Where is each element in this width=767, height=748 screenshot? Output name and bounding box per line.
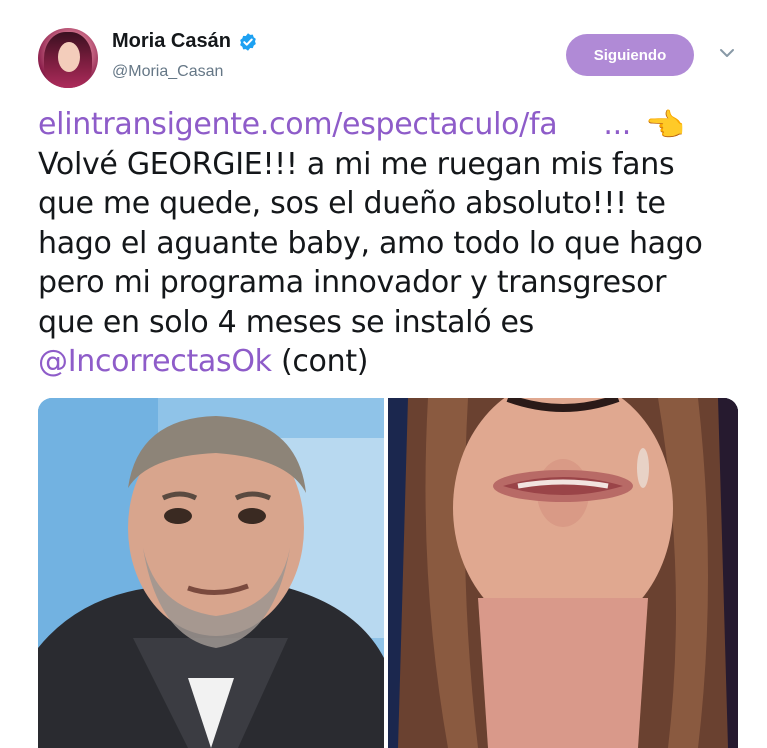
photo-man[interactable] bbox=[38, 398, 384, 748]
tweet-card: Moria Casán @Moria_Casan Siguiendo elint… bbox=[0, 0, 767, 748]
tweet-last-line: @IncorrectasOk (cont) bbox=[38, 342, 738, 382]
tweet-line: que en solo 4 meses se instaló es bbox=[38, 304, 534, 340]
user-handle[interactable]: @Moria_Casan bbox=[112, 63, 223, 81]
following-button[interactable]: Siguiendo bbox=[566, 34, 694, 76]
tweet-line: hago el aguante baby, amo todo lo que ha… bbox=[38, 225, 703, 261]
pointing-left-emoji: 👈 bbox=[645, 105, 685, 144]
tweet-suffix: (cont) bbox=[271, 344, 369, 379]
verified-badge-icon bbox=[240, 32, 256, 51]
tweet-media[interactable] bbox=[38, 398, 738, 748]
tweet-line: pero mi programa innovador y transgresor bbox=[38, 265, 667, 300]
name-row: Moria Casán bbox=[112, 30, 258, 53]
link-ellipsis[interactable]: ... bbox=[603, 105, 631, 145]
mention-link[interactable]: @IncorrectasOk bbox=[38, 344, 272, 379]
tweet-text: elintransigente.com/espectaculo/fa ... 👈… bbox=[38, 105, 738, 382]
avatar[interactable] bbox=[38, 28, 98, 88]
photo-woman[interactable] bbox=[388, 398, 738, 748]
photo-man-illustration bbox=[38, 398, 384, 748]
photo-woman-illustration bbox=[388, 398, 738, 748]
tweet-header: Moria Casán @Moria_Casan Siguiendo bbox=[0, 0, 767, 110]
tweet-link[interactable]: elintransigente.com/espectaculo/fa bbox=[38, 105, 558, 145]
tweet-line: que me quede, sos el dueño absoluto!!! t… bbox=[38, 186, 666, 221]
display-name[interactable]: Moria Casán bbox=[112, 30, 231, 53]
chevron-down-icon[interactable] bbox=[718, 46, 736, 60]
avatar-face bbox=[58, 42, 80, 72]
tweet-line: Volvé GEORGIE!!! a mi me ruegan mis fans bbox=[38, 146, 675, 182]
tweet-link-row: elintransigente.com/espectaculo/fa ... 👈 bbox=[38, 105, 738, 145]
